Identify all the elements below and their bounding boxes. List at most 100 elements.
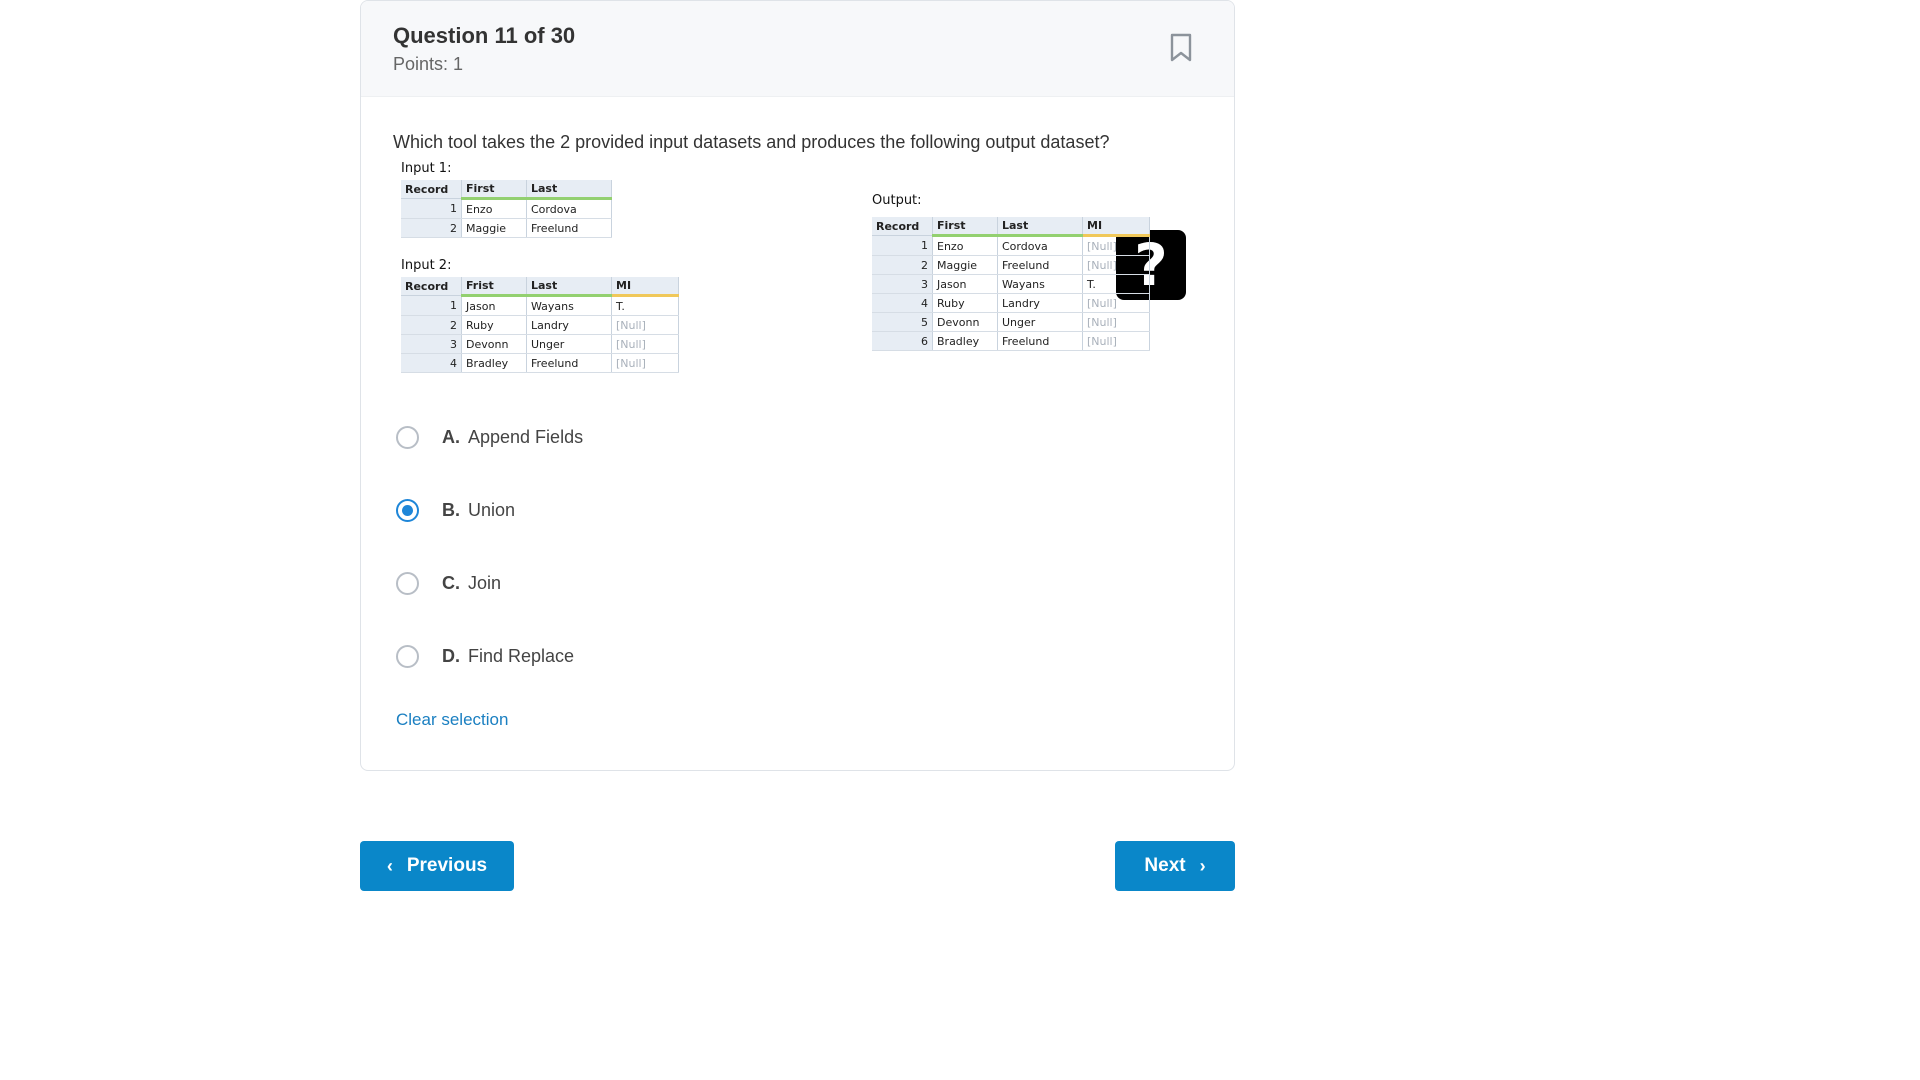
option-d-radio[interactable]: [396, 645, 419, 668]
table-header: First: [461, 180, 527, 200]
bookmark-icon[interactable]: [1168, 33, 1194, 63]
table-cell: T.: [611, 295, 679, 316]
table-cell: [Null]: [1082, 255, 1150, 275]
table-cell: T.: [1082, 274, 1150, 294]
table-row: 4 Ruby Landry [Null]: [872, 293, 1150, 313]
table-cell: 2: [401, 218, 462, 238]
table-header: Frist: [461, 277, 527, 297]
table-header: Last: [526, 180, 612, 200]
table-cell: [Null]: [611, 315, 679, 335]
table-cell: Bradley: [461, 353, 527, 373]
table-cell: [Null]: [1082, 235, 1150, 256]
table-row: 2 Maggie Freelund: [401, 218, 612, 238]
table-row: 2 Ruby Landry [Null]: [401, 315, 679, 335]
option-d-letter: D.: [442, 646, 460, 666]
table-cell: 6: [872, 331, 933, 351]
table-cell: Ruby: [932, 293, 998, 313]
previous-button[interactable]: ‹ Previous: [360, 841, 514, 891]
table-cell: Cordova: [997, 235, 1083, 256]
table-row: 3 Devonn Unger [Null]: [401, 334, 679, 354]
previous-label: Previous: [406, 855, 488, 876]
table-cell: [Null]: [1082, 293, 1150, 313]
table-row: 1 Enzo Cordova: [401, 198, 612, 219]
table-cell: Freelund: [997, 255, 1083, 275]
option-d-label: Find Replace: [468, 646, 575, 666]
table-cell: Devonn: [932, 312, 998, 332]
chevron-right-icon: ›: [1199, 855, 1206, 876]
table-cell: 1: [872, 235, 933, 256]
question-figure: Input 1: Record First Last 1 Enzo Cordov…: [401, 161, 1201, 381]
question-title: Question 11 of 30: [393, 23, 576, 48]
table-row: 1 Jason Wayans T.: [401, 295, 679, 316]
table-row: 6 Bradley Freelund [Null]: [872, 331, 1150, 351]
table-header: Record: [872, 217, 933, 236]
table-cell: Wayans: [997, 274, 1083, 294]
input2-caption: Input 2:: [401, 258, 452, 273]
option-b-label: Union: [468, 500, 516, 520]
table-cell: Enzo: [932, 235, 998, 256]
table-cell: Devonn: [461, 334, 527, 354]
chevron-left-icon: ‹: [386, 855, 393, 876]
option-a-letter: A.: [442, 427, 460, 447]
table-cell: 1: [401, 198, 462, 219]
table-header: MI: [1082, 217, 1150, 237]
table-cell: [Null]: [1082, 312, 1150, 332]
option-b-radio[interactable]: [396, 499, 419, 522]
table-cell: Maggie: [932, 255, 998, 275]
next-label: Next: [1144, 855, 1186, 876]
table-header: Record: [401, 277, 462, 296]
question-card: Question 11 of 30 Points: 1 Which tool t…: [360, 0, 1235, 771]
table-cell: 1: [401, 295, 462, 316]
table-cell: 2: [401, 315, 462, 335]
option-c-label: Join: [468, 573, 502, 593]
table-cell: Landry: [997, 293, 1083, 313]
table-header: Last: [997, 217, 1083, 237]
table-cell: 4: [872, 293, 933, 313]
table-cell: 2: [872, 255, 933, 275]
question-header: Question 11 of 30 Points: 1: [361, 1, 1234, 97]
input2-table: Record Frist Last MI 1 Jason Wayans T. 2…: [401, 277, 679, 373]
table-row: 1 Enzo Cordova [Null]: [872, 235, 1150, 256]
table-cell: Bradley: [932, 331, 998, 351]
input1-caption: Input 1:: [401, 161, 452, 176]
table-cell: Unger: [526, 334, 612, 354]
table-row: 2 Maggie Freelund [Null]: [872, 255, 1150, 275]
clear-selection-link[interactable]: Clear selection: [396, 710, 508, 730]
table-cell: 3: [872, 274, 933, 294]
option-a-radio[interactable]: [396, 426, 419, 449]
table-cell: Ruby: [461, 315, 527, 335]
question-points: Points: 1: [393, 54, 464, 74]
table-cell: Freelund: [526, 353, 612, 373]
table-row: 5 Devonn Unger [Null]: [872, 312, 1150, 332]
option-b-letter: B.: [442, 500, 460, 520]
next-button[interactable]: Next ›: [1115, 841, 1235, 891]
table-header: MI: [611, 277, 679, 297]
table-cell: Jason: [461, 295, 527, 316]
input1-table: Record First Last 1 Enzo Cordova 2 Maggi…: [401, 180, 612, 238]
table-cell: [Null]: [1082, 331, 1150, 351]
option-c-letter: C.: [442, 573, 460, 593]
output-caption: Output:: [872, 193, 922, 208]
table-cell: Unger: [997, 312, 1083, 332]
table-cell: [Null]: [611, 334, 679, 354]
table-cell: Maggie: [461, 218, 527, 238]
table-cell: Freelund: [997, 331, 1083, 351]
option-c-radio[interactable]: [396, 572, 419, 595]
output-table: Record First Last MI 1 Enzo Cordova [Nul…: [872, 217, 1150, 351]
question-text: Which tool takes the 2 provided input da…: [393, 132, 1110, 152]
table-header: Record: [401, 180, 462, 199]
table-cell: Landry: [526, 315, 612, 335]
table-cell: 5: [872, 312, 933, 332]
table-cell: Wayans: [526, 295, 612, 316]
table-cell: Enzo: [461, 198, 527, 219]
table-header: First: [932, 217, 998, 237]
table-header: Last: [526, 277, 612, 297]
table-row: 3 Jason Wayans T.: [872, 274, 1150, 294]
table-cell: 3: [401, 334, 462, 354]
table-cell: Cordova: [526, 198, 612, 219]
table-cell: Jason: [932, 274, 998, 294]
table-cell: 4: [401, 353, 462, 373]
table-cell: [Null]: [611, 353, 679, 373]
table-cell: Freelund: [526, 218, 612, 238]
option-a-label: Append Fields: [468, 427, 584, 447]
